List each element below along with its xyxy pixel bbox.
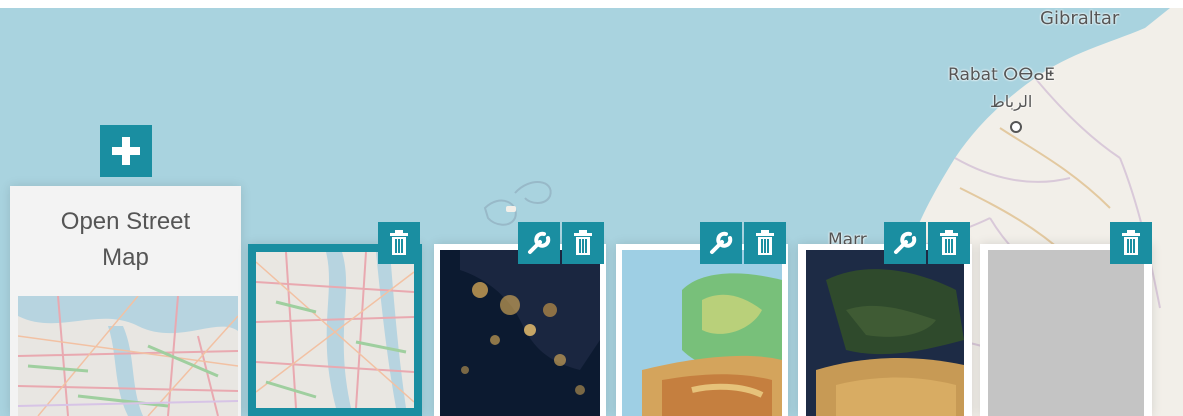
wrench-icon [528, 231, 551, 254]
delete-layer-button[interactable] [562, 222, 604, 264]
trash-icon [940, 230, 958, 255]
blank-thumbnail [988, 250, 1144, 416]
terrain-relief-thumbnail [622, 250, 782, 416]
trash-icon [574, 230, 592, 255]
street-map-thumbnail [256, 252, 414, 408]
configure-layer-button[interactable] [884, 222, 926, 264]
delete-layer-button[interactable] [744, 222, 786, 264]
layer-item-street-map[interactable] [248, 244, 422, 416]
layer-item-satellite[interactable] [798, 244, 972, 416]
layer-item-night-lights[interactable] [434, 244, 606, 416]
configure-layer-button[interactable] [700, 222, 742, 264]
delete-layer-button[interactable] [1110, 222, 1152, 264]
delete-layer-button[interactable] [378, 222, 420, 264]
active-layer-card[interactable]: Open Street Map [10, 186, 241, 416]
trash-icon [390, 230, 408, 255]
trash-icon [756, 230, 774, 255]
layer-item-terrain-relief[interactable] [616, 244, 788, 416]
add-layer-button[interactable] [100, 125, 152, 177]
configure-layer-button[interactable] [518, 222, 560, 264]
place-label-rabat: Rabat ⵔⴱⴰⵟ [948, 65, 1055, 85]
city-marker-rabat [1010, 121, 1022, 133]
satellite-thumbnail [806, 250, 964, 416]
place-label-gibraltar: Gibraltar [1040, 8, 1120, 29]
wrench-icon [710, 231, 733, 254]
trash-icon [1122, 230, 1140, 255]
wrench-icon [894, 231, 917, 254]
night-lights-thumbnail [440, 250, 600, 416]
active-layer-title: Open Street Map [60, 208, 191, 271]
plus-icon [112, 137, 140, 165]
delete-layer-button[interactable] [928, 222, 970, 264]
layer-item-blank[interactable] [980, 244, 1152, 416]
place-label-rabat-arabic: الرباط [990, 92, 1033, 111]
street-map-thumbnail [18, 296, 238, 416]
